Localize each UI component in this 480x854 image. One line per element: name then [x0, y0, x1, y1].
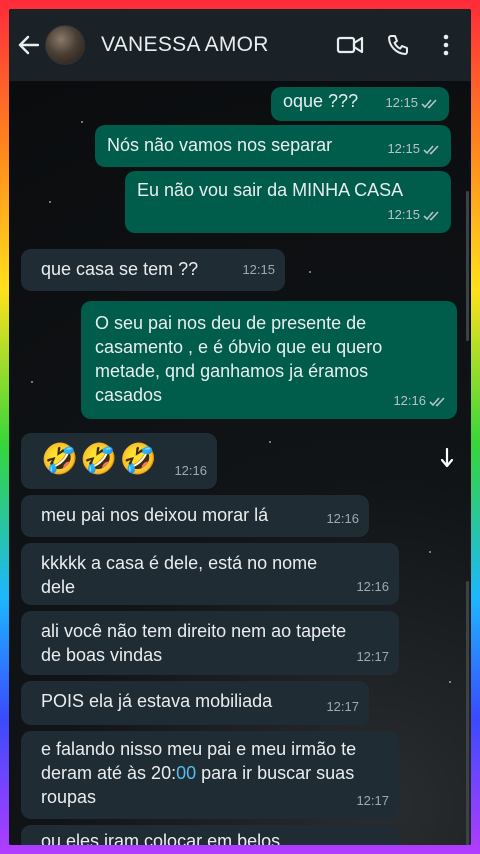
more-vert-icon[interactable] [431, 30, 461, 60]
double-check-icon [421, 99, 437, 109]
message-bubble-outgoing[interactable]: Nós não vamos nos separar 12:15 [95, 125, 451, 167]
contact-name[interactable]: VANESSA AMOR [101, 33, 335, 57]
message-bubble-incoming[interactable]: e falando nisso meu pai e meu irmão te d… [21, 731, 399, 819]
scrollbar[interactable] [466, 191, 469, 341]
message-bubble-incoming[interactable]: 🤣🤣🤣 12:16 [21, 433, 217, 489]
message-time: 12:16 [356, 579, 389, 594]
message-time: 12:15 [387, 207, 420, 222]
background-speck [31, 381, 33, 383]
message-bubble-outgoing[interactable]: O seu pai nos deu de presente de casamen… [81, 301, 457, 419]
message-text: e falando nisso meu pai e meu irmão te d… [41, 737, 379, 809]
message-time: 12:16 [174, 463, 207, 478]
message-time: 12:17 [356, 649, 389, 664]
background-speck [309, 271, 311, 273]
chat-header: VANESSA AMOR [9, 9, 471, 81]
video-call-icon[interactable] [335, 30, 365, 60]
message-text: kkkkk a casa é dele, está no nome dele [41, 553, 318, 597]
message-text: que casa se tem ?? [41, 259, 199, 279]
message-meta: 12:15 [385, 91, 439, 115]
chat-area[interactable]: oque ??? 12:15 Nós não vamos nos separar… [9, 81, 471, 845]
message-bubble-outgoing[interactable]: Eu não vou sair da MINHA CASA 12:15 [125, 171, 451, 233]
message-bubble-incoming[interactable]: kkkkk a casa é dele, está no nome dele 1… [21, 543, 399, 605]
message-text-highlight[interactable]: 00 [176, 763, 196, 783]
message-text: O seu pai nos deu de presente de casamen… [95, 313, 383, 405]
back-arrow-icon[interactable] [17, 34, 39, 56]
message-bubble-incoming[interactable]: ali você não tem direito nem ao tapete d… [21, 611, 399, 675]
message-text: POIS ela já estava mobiliada [41, 691, 273, 711]
message-text: ou eles iram colocar em belos [41, 831, 281, 845]
scrollbar[interactable] [466, 581, 469, 845]
message-bubble-incoming[interactable]: que casa se tem ?? 12:15 [21, 249, 285, 291]
background-speck [429, 551, 431, 553]
message-meta: 12:15 [387, 203, 441, 227]
background-speck [49, 201, 51, 203]
message-time: 12:16 [393, 393, 426, 408]
message-text: Eu não vou sair da MINHA CASA [137, 180, 404, 200]
avatar[interactable] [45, 25, 85, 65]
message-meta: 12:15 [387, 137, 441, 161]
message-bubble-incoming[interactable]: ou eles iram colocar em belos [21, 825, 399, 845]
double-check-icon [423, 145, 439, 155]
background-speck [269, 441, 271, 443]
background-speck [81, 121, 83, 123]
message-time: 12:15 [242, 262, 275, 277]
phone-icon[interactable] [383, 30, 413, 60]
message-time: 12:15 [387, 141, 420, 156]
double-check-icon [423, 211, 439, 221]
message-time: 12:15 [385, 95, 418, 110]
message-bubble-incoming[interactable]: meu pai nos deixou morar lá 12:16 [21, 495, 369, 537]
double-check-icon [429, 397, 445, 407]
message-bubble-incoming[interactable]: POIS ela já estava mobiliada 12:17 [21, 681, 369, 725]
message-text: meu pai nos deixou morar lá [41, 505, 269, 525]
message-time: 12:16 [326, 511, 359, 526]
screen: VANESSA AMOR oque ??? 12:15 Nós não vamo… [9, 9, 471, 845]
message-meta: 12:16 [393, 389, 447, 413]
message-text: ali você não tem direito nem ao tapete d… [41, 621, 347, 665]
touch-pointer-icon [440, 447, 454, 469]
message-time: 12:17 [326, 699, 359, 714]
background-speck [449, 681, 451, 683]
message-time: 12:17 [356, 793, 389, 808]
message-bubble-outgoing[interactable]: oque ??? 12:15 [271, 87, 449, 121]
